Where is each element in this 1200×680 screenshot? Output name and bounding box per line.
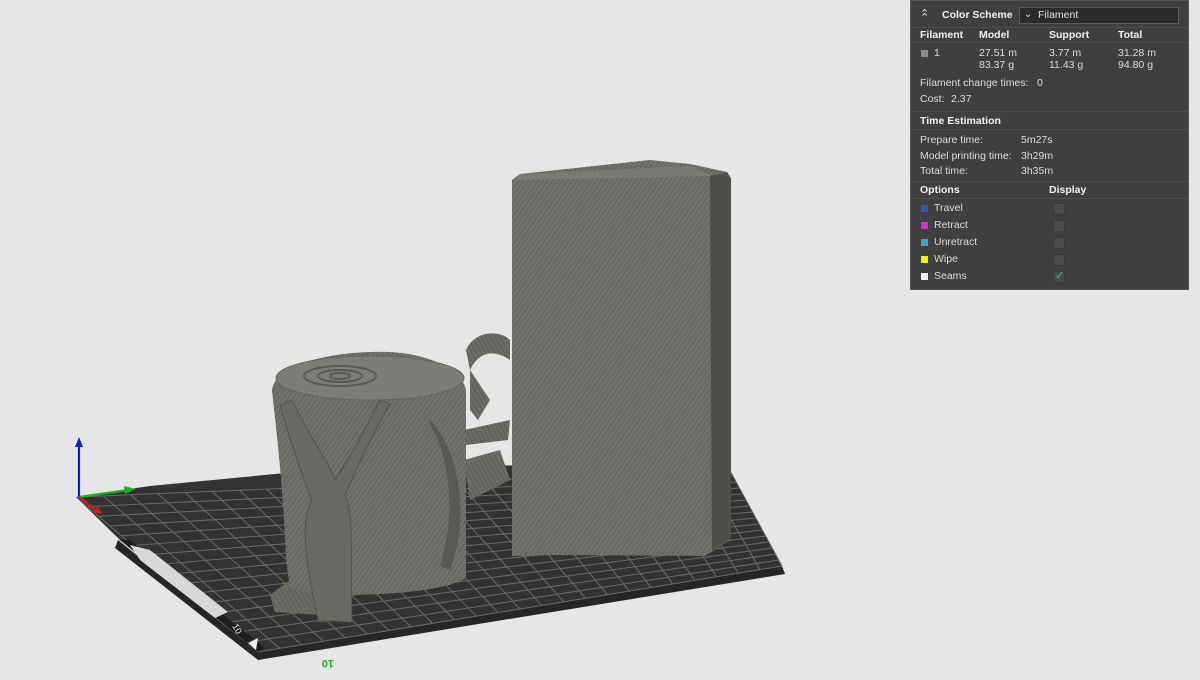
divider xyxy=(911,181,1188,182)
total-weight: 94.80 g xyxy=(1118,59,1154,71)
wipe-swatch xyxy=(921,256,928,263)
option-seams-label: Seams xyxy=(934,270,967,282)
total-length: 31.28 m xyxy=(1118,47,1156,59)
checkmark-icon: ✓ xyxy=(1055,270,1065,282)
model-cylinder[interactable] xyxy=(272,351,466,595)
total-column-header: Total xyxy=(1118,29,1143,41)
option-travel-label: Travel xyxy=(934,202,963,214)
model-printing-time-label: Model printing time: xyxy=(920,150,1012,162)
divider xyxy=(911,42,1188,43)
filament-swatch xyxy=(921,50,928,57)
option-unretract-label: Unretract xyxy=(934,236,978,248)
model-tall-panel[interactable] xyxy=(512,160,731,556)
divider xyxy=(911,129,1188,130)
seams-swatch xyxy=(921,273,928,280)
filament-change-value: 0 xyxy=(1037,77,1043,89)
options-header: Options xyxy=(920,184,960,196)
divider xyxy=(911,111,1188,112)
filament-id: 1 xyxy=(934,47,940,59)
display-header: Display xyxy=(1049,184,1087,196)
prepare-time-label: Prepare time: xyxy=(920,134,984,146)
filament-column-header: Filament xyxy=(920,29,964,41)
chevron-down-icon: ⌄ xyxy=(1024,9,1033,20)
model-length: 27.51 m xyxy=(979,47,1017,59)
color-scheme-value: Filament xyxy=(1038,9,1079,21)
model-column-header: Model xyxy=(979,29,1010,41)
bed-label-x: 10 xyxy=(322,657,334,669)
option-retract-label: Retract xyxy=(934,219,968,231)
color-scheme-select[interactable]: ⌄ Filament xyxy=(1019,7,1179,24)
retract-display-checkbox[interactable] xyxy=(1053,220,1065,232)
color-scheme-label: Color Scheme xyxy=(942,9,1013,21)
chevron-up-icon: ⌃ xyxy=(920,12,930,24)
seams-display-checkbox[interactable]: ✓ xyxy=(1053,270,1065,283)
wipe-display-checkbox[interactable] xyxy=(1053,254,1065,266)
support-length: 3.77 m xyxy=(1049,47,1082,59)
travel-display-checkbox[interactable] xyxy=(1053,203,1065,215)
time-estimation-header: Time Estimation xyxy=(920,115,1001,127)
divider xyxy=(911,198,1188,199)
retract-swatch xyxy=(921,222,928,229)
model-printing-time-value: 3h29m xyxy=(1021,150,1054,162)
model-weight: 83.37 g xyxy=(979,59,1015,71)
prepare-time-value: 5m27s xyxy=(1021,134,1053,146)
cost-value: 2.37 xyxy=(951,93,972,105)
divider xyxy=(911,27,1188,28)
unretract-swatch xyxy=(921,239,928,246)
travel-swatch xyxy=(921,205,928,212)
cost-label: Cost: xyxy=(920,93,945,105)
gcode-legend-panel: ⌃ ⌃ Color Scheme ⌄ Filament Filament Mod… xyxy=(910,0,1189,290)
option-wipe-label: Wipe xyxy=(934,253,958,265)
total-time-label: Total time: xyxy=(920,165,968,177)
support-column-header: Support xyxy=(1049,29,1090,41)
filament-change-label: Filament change times: xyxy=(920,77,1029,89)
support-weight: 11.43 g xyxy=(1049,59,1084,71)
total-time-value: 3h35m xyxy=(1021,165,1054,177)
unretract-display-checkbox[interactable] xyxy=(1053,237,1065,249)
